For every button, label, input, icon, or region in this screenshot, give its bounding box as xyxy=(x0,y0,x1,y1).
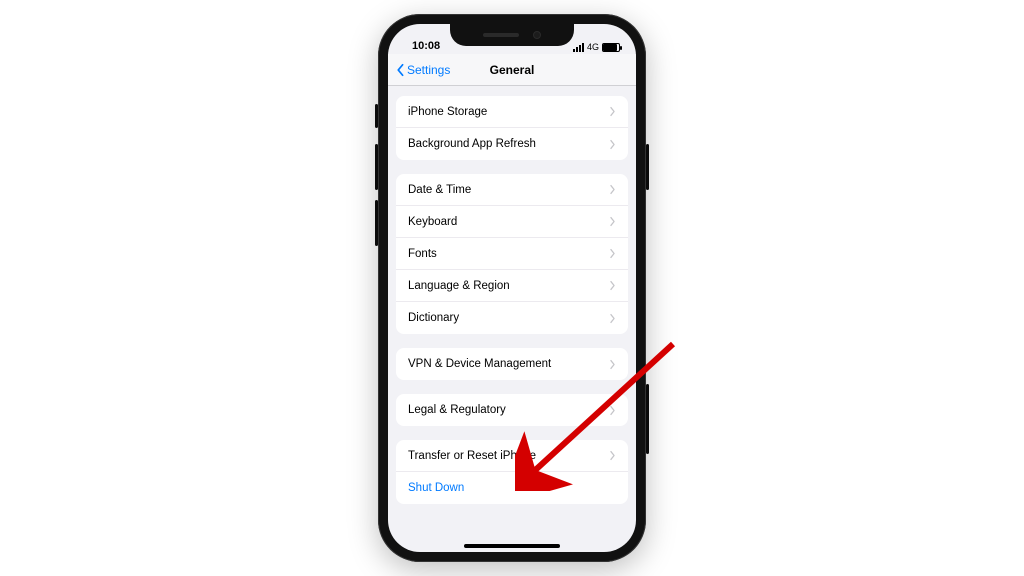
signal-icon xyxy=(573,43,584,52)
group-legal: Legal & Regulatory xyxy=(396,394,628,426)
chevron-left-icon xyxy=(394,63,406,77)
status-time: 10:08 xyxy=(398,40,440,52)
group-vpn: VPN & Device Management xyxy=(396,348,628,380)
chevron-right-icon xyxy=(609,139,616,150)
row-label: Background App Refresh xyxy=(408,138,536,150)
row-label: Shut Down xyxy=(408,482,464,494)
row-iphone-storage[interactable]: iPhone Storage xyxy=(396,96,628,128)
chevron-right-icon xyxy=(609,280,616,291)
row-label: Keyboard xyxy=(408,216,457,228)
page-title: General xyxy=(490,63,535,77)
screen: 10:08 4G Settings General iPhone Storage xyxy=(388,24,636,552)
row-label: iPhone Storage xyxy=(408,106,487,118)
notch xyxy=(450,24,574,46)
row-label: Date & Time xyxy=(408,184,471,196)
row-transfer-or-reset[interactable]: Transfer or Reset iPhone xyxy=(396,440,628,472)
row-background-app-refresh[interactable]: Background App Refresh xyxy=(396,128,628,160)
home-indicator[interactable] xyxy=(464,544,560,548)
group-reset: Transfer or Reset iPhone Shut Down xyxy=(396,440,628,504)
row-date-time[interactable]: Date & Time xyxy=(396,174,628,206)
row-label: Transfer or Reset iPhone xyxy=(408,450,536,462)
group-system: Date & Time Keyboard Fonts Language & Re… xyxy=(396,174,628,334)
row-legal-regulatory[interactable]: Legal & Regulatory xyxy=(396,394,628,426)
row-language-region[interactable]: Language & Region xyxy=(396,270,628,302)
row-dictionary[interactable]: Dictionary xyxy=(396,302,628,334)
nav-bar: Settings General xyxy=(388,54,636,86)
status-indicators: 4G xyxy=(573,42,626,52)
chevron-right-icon xyxy=(609,184,616,195)
row-keyboard[interactable]: Keyboard xyxy=(396,206,628,238)
group-storage: iPhone Storage Background App Refresh xyxy=(396,96,628,160)
battery-icon xyxy=(602,43,620,52)
chevron-right-icon xyxy=(609,248,616,259)
chevron-right-icon xyxy=(609,106,616,117)
phone-frame: 10:08 4G Settings General iPhone Storage xyxy=(378,14,646,562)
chevron-right-icon xyxy=(609,313,616,324)
row-label: Dictionary xyxy=(408,312,459,324)
row-fonts[interactable]: Fonts xyxy=(396,238,628,270)
row-vpn-device-management[interactable]: VPN & Device Management xyxy=(396,348,628,380)
chevron-right-icon xyxy=(609,450,616,461)
row-label: Fonts xyxy=(408,248,437,260)
row-label: VPN & Device Management xyxy=(408,358,551,370)
back-label: Settings xyxy=(407,63,450,77)
row-label: Legal & Regulatory xyxy=(408,404,506,416)
chevron-right-icon xyxy=(609,359,616,370)
network-label: 4G xyxy=(587,42,599,52)
back-button[interactable]: Settings xyxy=(394,63,490,77)
chevron-right-icon xyxy=(609,216,616,227)
chevron-right-icon xyxy=(609,405,616,416)
settings-list[interactable]: iPhone Storage Background App Refresh Da… xyxy=(388,86,636,552)
row-shut-down[interactable]: Shut Down xyxy=(396,472,628,504)
row-label: Language & Region xyxy=(408,280,510,292)
